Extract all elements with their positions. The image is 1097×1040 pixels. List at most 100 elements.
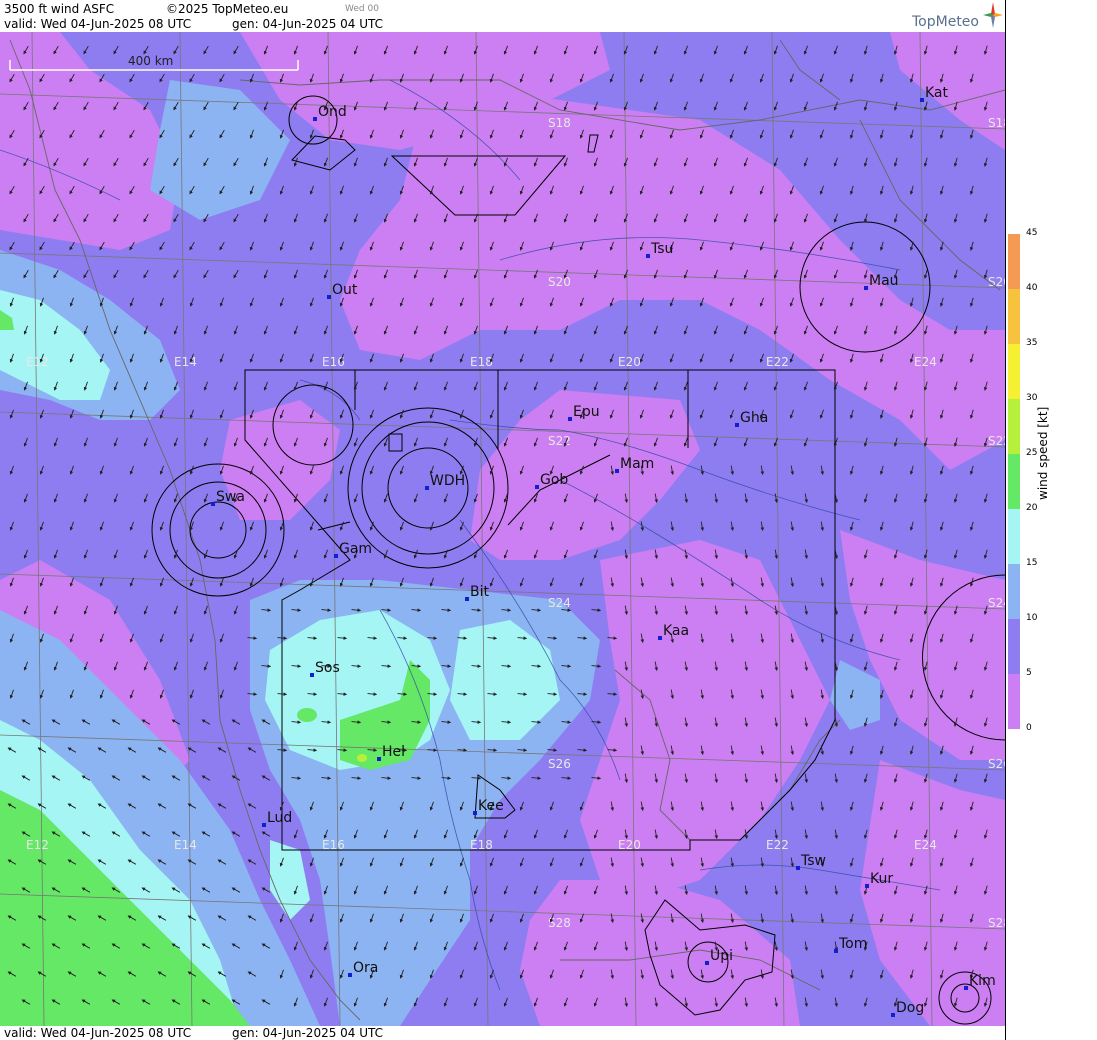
colorbar-tick-label: 40 bbox=[1026, 283, 1038, 293]
latitude-label: S28 bbox=[548, 916, 571, 930]
place-label: Dog bbox=[896, 1000, 924, 1016]
place-gha[interactable]: Gha bbox=[735, 410, 768, 427]
place-label: Gam bbox=[339, 541, 372, 557]
colorbar-band bbox=[1008, 619, 1020, 675]
place-dot-icon bbox=[377, 757, 381, 761]
place-dot-icon bbox=[646, 254, 650, 258]
latitude-label: S20 bbox=[548, 275, 571, 289]
colorbar-band bbox=[1008, 344, 1020, 400]
colorbar-band bbox=[1008, 509, 1020, 565]
place-wdh[interactable]: WDH bbox=[425, 473, 465, 490]
wind-map[interactable]: E12E12E14E14E16E16E18E18E20E20E22E22E24E… bbox=[0, 32, 1005, 1026]
place-epu[interactable]: Epu bbox=[568, 404, 600, 421]
place-sos[interactable]: Sos bbox=[310, 660, 340, 677]
generated-time: gen: 04-Jun-2025 04 UTC bbox=[232, 17, 384, 31]
place-dot-icon bbox=[864, 286, 868, 290]
place-lud[interactable]: Lud bbox=[262, 810, 292, 827]
place-dot-icon bbox=[262, 823, 266, 827]
place-ond[interactable]: Ond bbox=[313, 104, 347, 121]
colorbar-band bbox=[1008, 674, 1020, 729]
place-kee[interactable]: Kee bbox=[473, 798, 504, 815]
place-dot-icon bbox=[465, 597, 469, 601]
longitude-label: E20 bbox=[618, 355, 641, 369]
place-dot-icon bbox=[796, 866, 800, 870]
latitude-label: S18 bbox=[548, 116, 571, 130]
place-label: Kim bbox=[969, 973, 996, 989]
place-label: Hel bbox=[382, 744, 405, 760]
place-label: Kaa bbox=[663, 623, 689, 639]
latitude-label: S24 bbox=[988, 596, 1005, 610]
colorbar-band bbox=[1008, 234, 1020, 290]
place-dot-icon bbox=[535, 485, 539, 489]
place-gob[interactable]: Gob bbox=[535, 472, 568, 489]
place-tsw[interactable]: Tsw bbox=[796, 853, 826, 870]
colorbar-tick-label: 0 bbox=[1026, 723, 1032, 733]
latitude-label: S18 bbox=[988, 116, 1005, 130]
longitude-label: E16 bbox=[322, 355, 345, 369]
header-bar: 3500 ft wind ASFC ©2025 TopMeteo.eu Wed … bbox=[0, 0, 1005, 32]
colorbar-tick-label: 10 bbox=[1026, 613, 1038, 623]
place-dot-icon bbox=[735, 423, 739, 427]
place-dot-icon bbox=[834, 949, 838, 953]
brand-name: TopMeteo bbox=[912, 14, 979, 30]
latitude-label: S22 bbox=[988, 434, 1005, 448]
footer-valid-time: valid: Wed 04-Jun-2025 08 UTC bbox=[4, 1026, 192, 1040]
latitude-label: S26 bbox=[548, 757, 571, 771]
place-dot-icon bbox=[568, 417, 572, 421]
place-dot-icon bbox=[313, 117, 317, 121]
scale-bar-label: 400 km bbox=[128, 54, 173, 68]
place-label: Gha bbox=[740, 410, 768, 426]
place-dot-icon bbox=[865, 884, 869, 888]
place-label: Lud bbox=[267, 810, 292, 826]
place-upi[interactable]: Upi bbox=[705, 948, 733, 965]
latitude-label: S22 bbox=[548, 434, 571, 448]
place-kat[interactable]: Kat bbox=[920, 85, 949, 102]
place-dog[interactable]: Dog bbox=[891, 1000, 924, 1017]
place-dot-icon bbox=[334, 554, 338, 558]
place-swa[interactable]: Swa bbox=[211, 489, 245, 506]
place-label: Tsu bbox=[650, 241, 673, 257]
longitude-label: E22 bbox=[766, 355, 789, 369]
place-label: Out bbox=[332, 282, 358, 298]
longitude-label: E22 bbox=[766, 838, 789, 852]
place-label: Mau bbox=[869, 273, 899, 289]
place-ora[interactable]: Ora bbox=[348, 960, 378, 977]
place-out[interactable]: Out bbox=[327, 282, 358, 299]
place-kur[interactable]: Kur bbox=[865, 871, 893, 888]
place-hel[interactable]: Hel bbox=[377, 744, 405, 761]
place-label: WDH bbox=[430, 473, 465, 489]
colorbar-band bbox=[1008, 564, 1020, 620]
longitude-label: E12 bbox=[26, 355, 49, 369]
footer-bar: valid: Wed 04-Jun-2025 08 UTC gen: 04-Ju… bbox=[0, 1026, 1005, 1040]
colorbar-band bbox=[1008, 399, 1020, 455]
colorbar-tick-label: 15 bbox=[1026, 558, 1038, 568]
day-tag: Wed 00 bbox=[345, 4, 379, 14]
longitude-label: E24 bbox=[914, 355, 937, 369]
place-mau[interactable]: Mau bbox=[864, 273, 899, 290]
place-gam[interactable]: Gam bbox=[334, 541, 372, 558]
colorbar-tick-label: 30 bbox=[1026, 393, 1038, 403]
place-label: Tom bbox=[838, 936, 867, 952]
longitude-label: E24 bbox=[914, 838, 937, 852]
place-kim[interactable]: Kim bbox=[964, 973, 996, 990]
place-label: Mam bbox=[620, 456, 654, 472]
place-label: Upi bbox=[710, 948, 733, 964]
colorbar-tick-label: 35 bbox=[1026, 338, 1038, 348]
place-dot-icon bbox=[211, 502, 215, 506]
place-tsu[interactable]: Tsu bbox=[646, 241, 673, 258]
place-dot-icon bbox=[615, 469, 619, 473]
colorbar bbox=[1008, 234, 1020, 729]
place-tom[interactable]: Tom bbox=[834, 936, 867, 953]
latitude-label: S26 bbox=[988, 757, 1005, 771]
longitude-label: E14 bbox=[174, 838, 197, 852]
place-label: Bit bbox=[470, 584, 489, 600]
place-mam[interactable]: Mam bbox=[615, 456, 654, 473]
place-dot-icon bbox=[473, 811, 477, 815]
colorbar-tick-label: 5 bbox=[1026, 668, 1032, 678]
wind-field-yellow-patch bbox=[357, 754, 367, 762]
place-kaa[interactable]: Kaa bbox=[658, 623, 689, 640]
place-dot-icon bbox=[964, 986, 968, 990]
place-dot-icon bbox=[658, 636, 662, 640]
place-label: Sos bbox=[315, 660, 340, 676]
latitude-label: S28 bbox=[988, 916, 1005, 930]
